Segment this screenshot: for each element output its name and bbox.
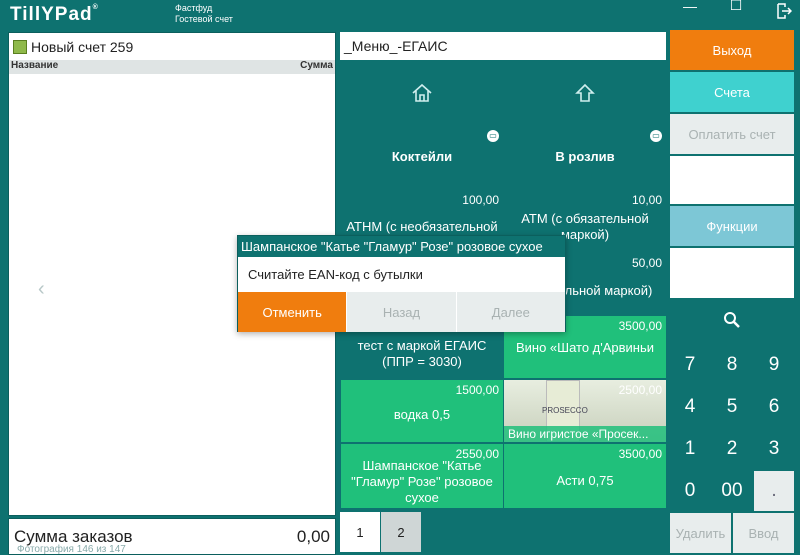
restore-button[interactable]: ☐ [726, 0, 746, 14]
app-logo: TillYPad® [10, 4, 99, 25]
top-bar: TillYPad® Фастфуд Гостевой счет — ☐ [0, 0, 800, 30]
folder-icon: ▭ [650, 130, 662, 142]
key-0[interactable]: 0 [670, 471, 710, 511]
menu-tile-item[interactable]: 1500,00 водка 0,5 [341, 380, 503, 442]
enter-button[interactable]: Ввод [733, 513, 794, 553]
key-dot[interactable]: . [754, 471, 794, 511]
search-icon [724, 312, 740, 328]
key-4[interactable]: 4 [670, 387, 710, 427]
total-value: 0,00 [296, 526, 330, 546]
key-3[interactable]: 3 [754, 429, 794, 469]
arrow-up-icon [575, 83, 595, 102]
dialog-buttons: Отменить Назад Далее [238, 292, 565, 332]
pay-button[interactable]: Оплатить счет [670, 114, 794, 154]
col-sum: Сумма [300, 60, 333, 71]
delete-button[interactable]: Удалить [670, 513, 731, 553]
menu-tile-item[interactable]: PROSECCO 2500,00 Вино игристое «Просек..… [504, 380, 666, 442]
accounts-button[interactable]: Счета [670, 72, 794, 112]
dialog-message: Считайте EAN-код с бутылки [248, 267, 423, 282]
key-2[interactable]: 2 [712, 429, 752, 469]
menu-home-tile[interactable] [341, 62, 503, 124]
scan-dialog: Шампанское "Катье "Гламур" Розе" розовое… [237, 235, 566, 332]
page-button-2[interactable]: 2 [381, 512, 421, 552]
account-type-label: Гостевой счет [175, 14, 233, 24]
menu-up-tile[interactable] [504, 62, 666, 124]
order-title: Новый счет 259 [31, 38, 134, 55]
next-button[interactable]: Далее [455, 292, 565, 332]
workspace-title: Фастфуд Гостевой счет [175, 3, 233, 25]
mode-label: Фастфуд [175, 3, 213, 13]
minimize-button[interactable]: — [680, 0, 700, 14]
back-button[interactable]: Назад [346, 292, 456, 332]
dialog-title: Шампанское "Катье "Гламур" Розе" розовое… [238, 236, 565, 257]
photo-caption: Фотография 146 из 147 [17, 544, 126, 555]
key-6[interactable]: 6 [754, 387, 794, 427]
order-columns: Название Сумма [9, 60, 335, 74]
page-button-1[interactable]: 1 [340, 512, 380, 552]
cancel-button[interactable]: Отменить [238, 292, 347, 332]
right-blank-2 [670, 248, 794, 298]
menu-title: _Меню_-ЕГАИС [340, 32, 666, 60]
home-icon [412, 83, 432, 102]
order-doc-icon [13, 39, 27, 54]
exit-button[interactable]: Выход [670, 30, 794, 70]
menu-tile-item[interactable]: 3500,00 Асти 0,75 [504, 444, 666, 508]
col-name: Название [11, 60, 59, 71]
menu-tile-draft[interactable]: ▭ В розлив [504, 126, 666, 188]
folder-icon: ▭ [487, 130, 499, 142]
key-9[interactable]: 9 [754, 345, 794, 385]
key-00[interactable]: 00 [712, 471, 752, 511]
key-8[interactable]: 8 [712, 345, 752, 385]
functions-button[interactable]: Функции [670, 206, 794, 246]
right-blank [670, 156, 794, 204]
menu-tile-item[interactable]: 2550,00 Шампанское "Катье "Гламур" Розе"… [341, 444, 503, 508]
logout-icon[interactable] [774, 3, 794, 22]
key-1[interactable]: 1 [670, 429, 710, 469]
chevron-left-icon[interactable]: ‹ [38, 278, 45, 301]
key-5[interactable]: 5 [712, 387, 752, 427]
search-button[interactable] [670, 300, 794, 340]
menu-tile-cocktails[interactable]: ▭ Коктейли [341, 126, 503, 188]
order-header: Новый счет 259 [9, 33, 335, 60]
key-7[interactable]: 7 [670, 345, 710, 385]
